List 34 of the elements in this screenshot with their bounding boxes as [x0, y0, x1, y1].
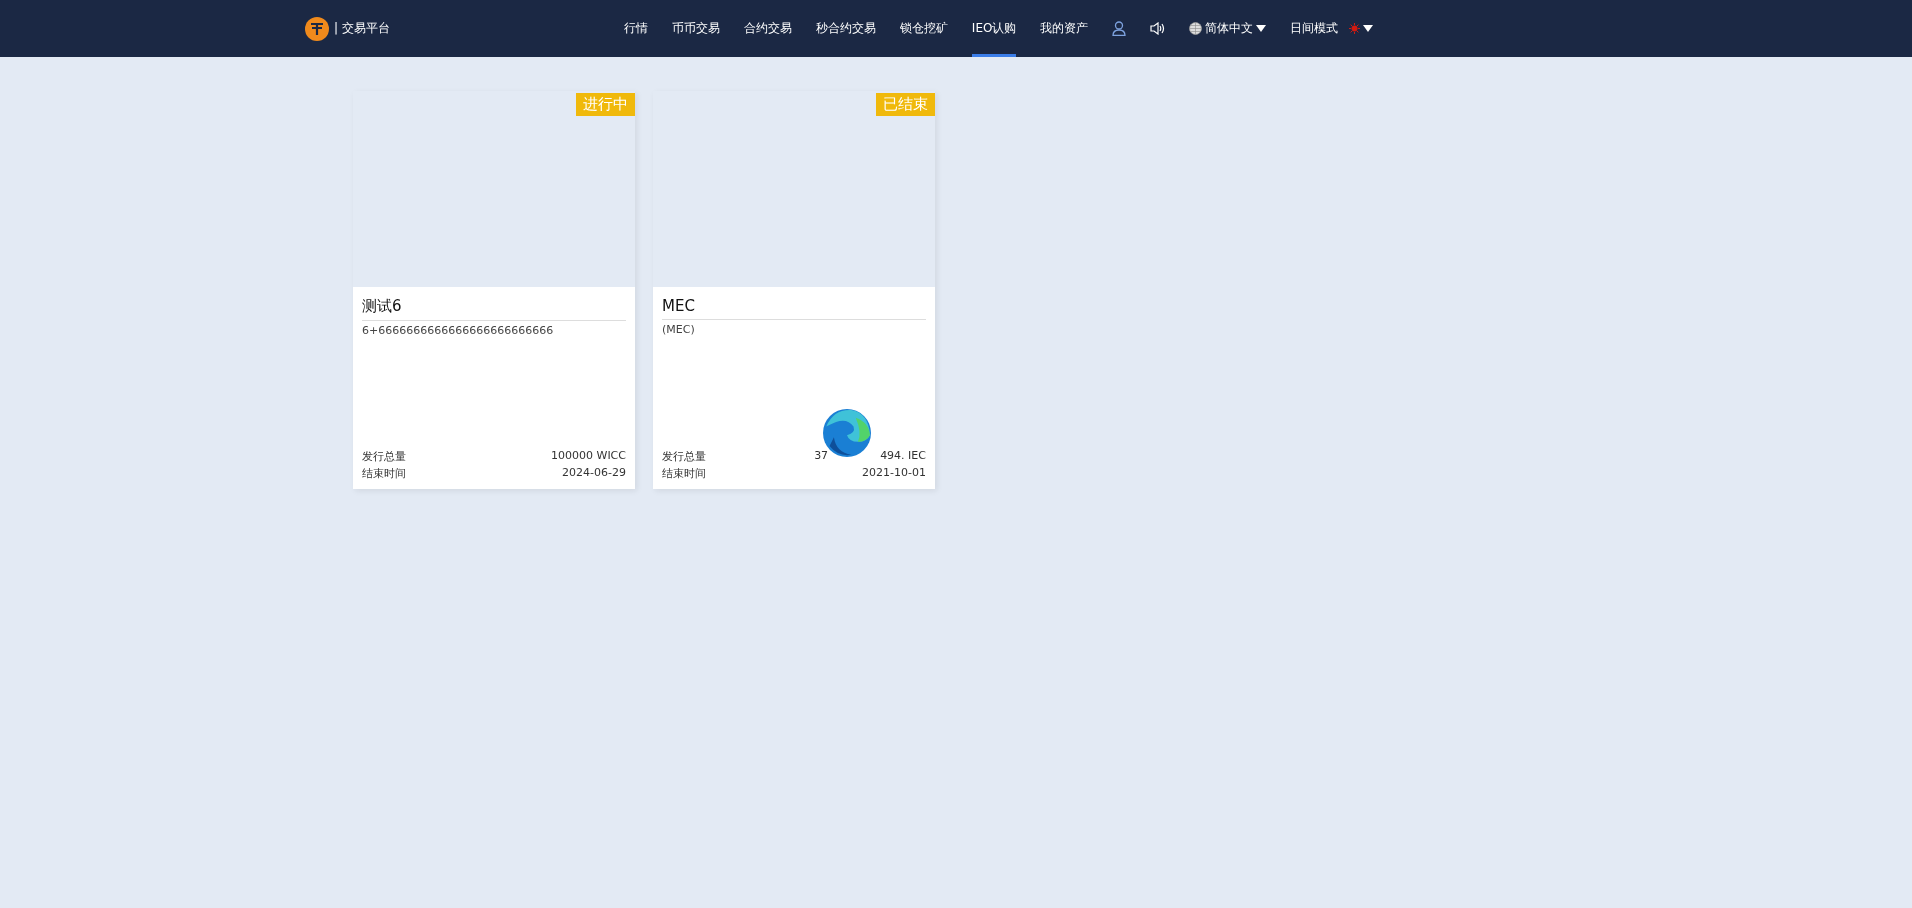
field-value: 2024-06-29	[562, 466, 626, 481]
speaker-icon[interactable]	[1150, 22, 1166, 35]
status-badge: 已结束	[876, 93, 935, 116]
field-value: 100000 WICC	[551, 449, 626, 464]
language-selector[interactable]: 简体中文	[1189, 20, 1267, 37]
status-badge: 进行中	[576, 93, 635, 116]
sun-icon	[1349, 23, 1361, 34]
caret-icon	[1363, 25, 1374, 32]
nav-tab[interactable]: IEO认购	[971, 0, 1017, 57]
nav-tab[interactable]: 行情	[623, 0, 648, 57]
field-label: 发行总量	[362, 449, 406, 464]
theme-selector[interactable]: 日间模式	[1290, 20, 1374, 37]
nav-tab[interactable]: 币币交易	[671, 0, 720, 57]
platform-name: | 交易平台	[334, 20, 390, 37]
nav-tab[interactable]: 合约交易	[743, 0, 792, 57]
field-value: 37	[814, 449, 829, 464]
nav-tab[interactable]: 秒合约交易	[815, 0, 876, 57]
project-title: 测试6	[362, 297, 626, 321]
globe-icon	[1189, 22, 1203, 35]
nav-tab[interactable]: 锁仓挖矿	[899, 0, 948, 57]
caret-icon	[1256, 25, 1267, 32]
nav-tab[interactable]: 我的资产	[1040, 0, 1089, 57]
user-icon[interactable]	[1112, 21, 1127, 36]
field-value: 494. IEC	[880, 449, 926, 464]
project-subtitle: 6+6666666666666666666666666	[362, 324, 555, 337]
project-card[interactable]: 已结束 MEC (MEC) 发行总量 37 494. IEC 结束时间 2021-10-01	[653, 91, 935, 489]
field-label: 结束时间	[362, 466, 406, 481]
field-label: 结束时间	[662, 466, 706, 481]
logo-icon	[305, 16, 329, 41]
project-card[interactable]: 进行中 测试6 6+6666666666666666666666666 发行总量 100000 WICC 结束时间 2024-06-29	[353, 91, 635, 489]
project-subtitle: (MEC)	[662, 323, 696, 336]
field-value: 2021-10-01	[862, 466, 926, 481]
field-label: 发行总量	[662, 449, 706, 464]
project-title: MEC	[662, 297, 926, 320]
